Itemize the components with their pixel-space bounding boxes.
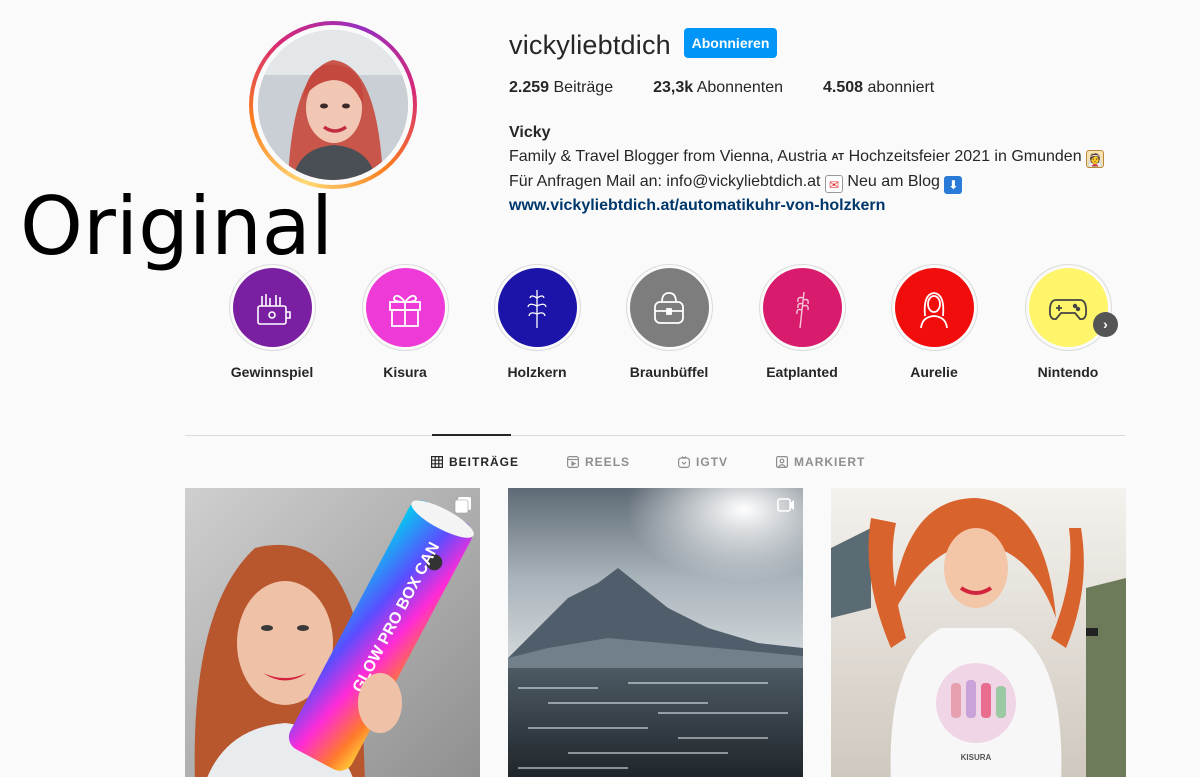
profile-avatar-ring[interactable] xyxy=(249,21,417,189)
plant-icon xyxy=(527,289,547,328)
tab-reels[interactable]: REELS xyxy=(567,455,630,469)
grid-icon xyxy=(431,456,443,468)
active-tab-indicator xyxy=(432,434,511,436)
post-image: KISURA xyxy=(831,488,1126,777)
post-image xyxy=(508,488,803,777)
gift-bag-icon xyxy=(257,293,291,325)
wedding-emoji-icon: 👰 xyxy=(1086,150,1105,168)
gamepad-icon xyxy=(1048,298,1088,320)
highlight-gewinnspiel[interactable]: Gewinnspiel xyxy=(217,264,327,380)
stat-followers[interactable]: 23,3k Abonnenten xyxy=(653,79,783,97)
tab-igtv[interactable]: IGTV xyxy=(678,455,728,469)
profile-username: vickyliebtdich xyxy=(509,30,671,60)
post-image: GLOW PRO BOX CAN xyxy=(185,488,480,777)
highlight-braunbueffel[interactable]: Braunbüffel xyxy=(614,264,724,380)
envelope-heart-icon: ✉ xyxy=(824,175,843,193)
highlight-eatplanted[interactable]: Eatplanted xyxy=(747,264,857,380)
handbag-icon xyxy=(654,291,684,324)
highlights-next-button[interactable]: › xyxy=(1093,312,1118,337)
gift-icon xyxy=(389,294,421,327)
story-highlights: Gewinnspiel Kisura Holzkern Braunbüffel xyxy=(220,264,1120,384)
bio-name: Vicky xyxy=(509,124,551,141)
profile-tabs: BEITRÄGE REELS IGTV MARKIERT xyxy=(431,455,913,469)
avatar-photo xyxy=(258,30,408,180)
stat-following[interactable]: 4.508 abonniert xyxy=(823,79,934,97)
bio-link[interactable]: www.vickyliebtdich.at/automatikuhr-von-h… xyxy=(509,197,885,214)
reels-icon xyxy=(567,456,580,468)
tagged-icon xyxy=(776,456,789,468)
wheat-icon xyxy=(796,291,809,328)
highlight-aurelie[interactable]: Aurelie xyxy=(879,264,989,380)
woman-icon xyxy=(920,291,948,328)
shirt-text: KISURA xyxy=(961,753,992,762)
post-woman-with-glow-box[interactable]: GLOW PRO BOX CAN xyxy=(185,488,480,777)
igtv-icon xyxy=(678,456,691,468)
post-lake-mountain[interactable] xyxy=(508,488,803,777)
post-grid: GLOW PRO BOX CAN KISURA xyxy=(185,488,1154,777)
down-arrow-icon: ⬇ xyxy=(944,176,963,194)
tab-markiert[interactable]: MARKIERT xyxy=(776,455,865,469)
highlight-holzkern[interactable]: Holzkern xyxy=(482,264,592,380)
tab-beitraege[interactable]: BEITRÄGE xyxy=(431,455,519,469)
highlight-kisura[interactable]: Kisura xyxy=(350,264,460,380)
profile-stats: 2.259 Beiträge 23,3k Abonnenten 4.508 ab… xyxy=(509,79,974,97)
post-woman-kisura-shirt[interactable]: KISURA xyxy=(831,488,1126,777)
follow-button[interactable]: Abonnieren xyxy=(684,28,777,58)
tabs-divider xyxy=(185,435,1125,436)
overlay-label: Original xyxy=(20,180,334,273)
austria-flag-icon: AT xyxy=(831,152,845,163)
bio-line-2: Für Anfragen Mail an: info@vickyliebtdic… xyxy=(509,170,1104,194)
bio-line-1: Family & Travel Blogger from Vienna, Aus… xyxy=(509,148,1105,168)
video-icon xyxy=(777,498,794,512)
profile-bio: Vicky Family & Travel Blogger from Vienn… xyxy=(509,121,1105,218)
avatar xyxy=(258,30,408,180)
carousel-icon xyxy=(454,497,471,514)
stat-posts: 2.259 Beiträge xyxy=(509,79,614,96)
